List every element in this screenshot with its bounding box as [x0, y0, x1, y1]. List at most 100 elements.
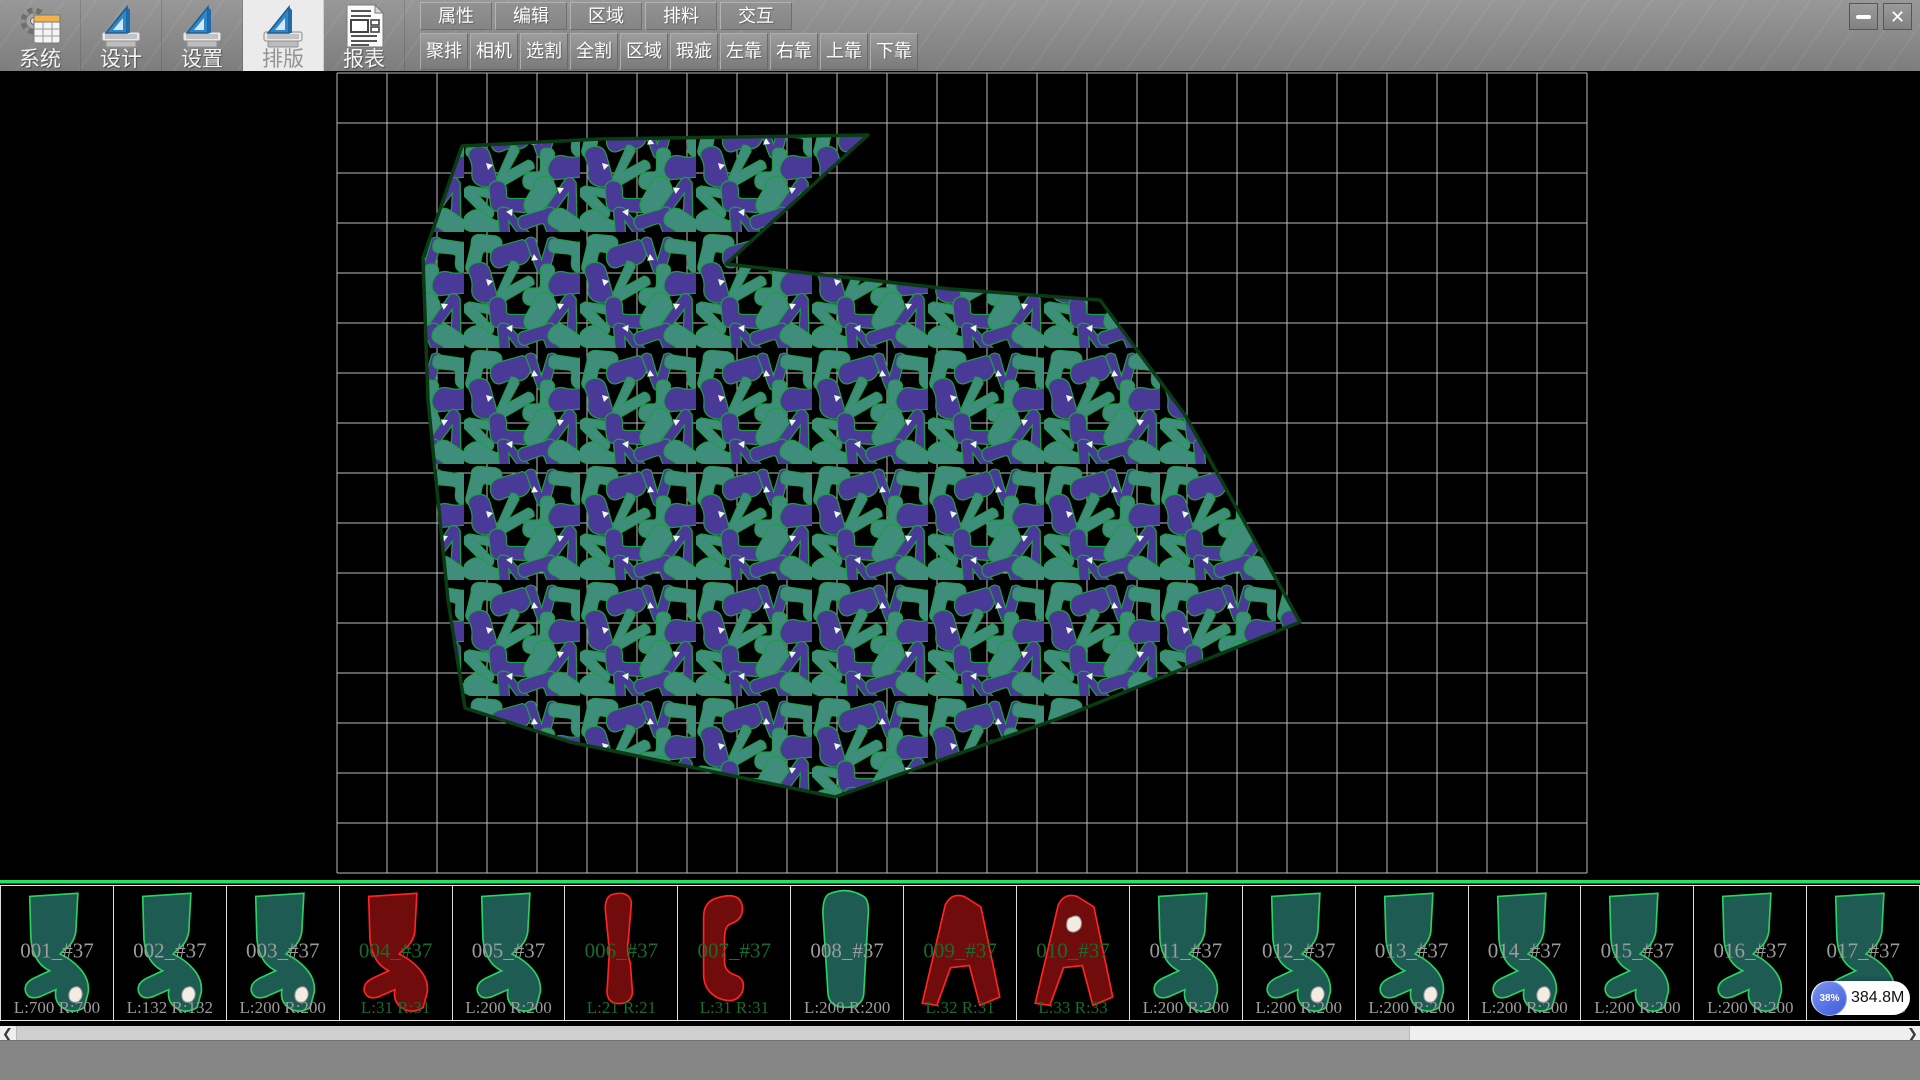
menu-button-row1-1[interactable]: 属性	[420, 2, 492, 30]
part-counts-label: L:200 R:200	[791, 998, 903, 1018]
part-id-label: 004_#37	[340, 939, 452, 964]
nesting-canvas[interactable]	[0, 71, 1920, 880]
launcher-tab-2[interactable]: 设计	[81, 0, 162, 71]
progress-percent-badge: 38%	[1812, 981, 1847, 1016]
canvas-svg	[0, 71, 1920, 880]
tool-button-9[interactable]: 上靠	[820, 33, 868, 70]
part-thumbnail-006_#37[interactable]: 006_#37 L:21 R:21	[565, 886, 678, 1020]
launcher-tab-5[interactable]: 报表	[324, 0, 405, 71]
close-button[interactable]: ✕	[1883, 3, 1912, 30]
part-counts-label: L:200 R:200	[1356, 998, 1468, 1018]
part-thumbnail-016_#37[interactable]: 016_#37 L:200 R:200	[1694, 886, 1807, 1020]
part-thumbnail-008_#37[interactable]: 008_#37 L:200 R:200	[791, 886, 904, 1020]
launcher-tab-label: 设置	[181, 49, 223, 71]
part-counts-label: L:200 R:200	[1469, 998, 1581, 1018]
progress-percent-value: 38%	[1819, 993, 1839, 1004]
tool-button-3[interactable]: 选割	[520, 33, 568, 70]
tool-button-5[interactable]: 区域	[620, 33, 668, 70]
part-counts-label: L:200 R:200	[1694, 998, 1806, 1018]
part-thumbnail-009_#37[interactable]: 009_#37 L:32 R:31	[904, 886, 1017, 1020]
launcher-tab-1[interactable]: 系统	[0, 0, 81, 71]
part-thumbnail-002_#37[interactable]: 002_#37 L:132 R:132	[114, 886, 227, 1020]
app-window: 系统 设计 设置 排版	[0, 0, 1920, 1080]
tool-button-1[interactable]: 聚排	[420, 33, 468, 70]
window-controls: ✕	[1849, 3, 1912, 30]
part-thumbnail-013_#37[interactable]: 013_#37 L:200 R:200	[1356, 886, 1469, 1020]
part-thumbnail-012_#37[interactable]: 012_#37 L:200 R:200	[1243, 886, 1356, 1020]
header-toolbar: 系统 设计 设置 排版	[0, 0, 1920, 71]
parts-strip-cells: 001_#37 L:700 R:700 002_#37 L:132 R:132 00…	[0, 885, 1920, 1021]
launcher-tab-label: 系统	[19, 49, 61, 71]
part-id-label: 016_#37	[1694, 939, 1806, 964]
part-id-label: 012_#37	[1243, 939, 1355, 964]
part-id-label: 007_#37	[678, 939, 790, 964]
part-thumbnail-007_#37[interactable]: 007_#37 L:31 R:31	[678, 886, 791, 1020]
part-id-label: 014_#37	[1469, 939, 1581, 964]
design-icon	[93, 4, 149, 49]
part-counts-label: L:200 R:200	[227, 998, 339, 1018]
part-id-label: 009_#37	[904, 939, 1016, 964]
part-id-label: 005_#37	[453, 939, 565, 964]
part-id-label: 015_#37	[1581, 939, 1693, 964]
part-thumbnail-005_#37[interactable]: 005_#37 L:200 R:200	[453, 886, 566, 1020]
launcher-tab-label: 排版	[262, 49, 304, 71]
part-id-label: 001_#37	[1, 939, 113, 964]
part-id-label: 002_#37	[114, 939, 226, 964]
strip-divider	[0, 880, 1920, 884]
system-icon	[14, 5, 66, 49]
menu-button-row1-5[interactable]: 交互	[720, 2, 792, 30]
part-thumbnail-011_#37[interactable]: 011_#37 L:200 R:200	[1130, 886, 1243, 1020]
launcher-tabs: 系统 设计 设置 排版	[0, 0, 405, 71]
menu-button-row1-4[interactable]: 排料	[645, 2, 717, 30]
part-id-label: 017_#37	[1807, 939, 1919, 964]
nesting-icon-wrap	[255, 0, 311, 49]
status-bar	[0, 1040, 1920, 1080]
part-counts-label: L:132 R:132	[114, 998, 226, 1018]
part-counts-label: L:33 R:33	[1017, 998, 1129, 1018]
launcher-tab-label: 报表	[343, 49, 385, 71]
minimize-button[interactable]	[1849, 3, 1878, 30]
report-icon	[339, 3, 389, 49]
tool-button-4[interactable]: 全割	[570, 33, 618, 70]
part-id-label: 006_#37	[565, 939, 677, 964]
part-counts-label: L:200 R:200	[453, 998, 565, 1018]
tool-button-8[interactable]: 右靠	[770, 33, 818, 70]
tool-button-7[interactable]: 左靠	[720, 33, 768, 70]
part-thumbnail-003_#37[interactable]: 003_#37 L:200 R:200	[227, 886, 340, 1020]
nesting-icon	[255, 4, 311, 49]
launcher-tab-4[interactable]: 排版	[243, 0, 324, 71]
tool-button-10[interactable]: 下靠	[870, 33, 918, 70]
part-id-label: 003_#37	[227, 939, 339, 964]
part-counts-label: L:31 R:31	[678, 998, 790, 1018]
part-id-label: 013_#37	[1356, 939, 1468, 964]
part-counts-label: L:200 R:200	[1130, 998, 1242, 1018]
part-counts-label: L:200 R:200	[1243, 998, 1355, 1018]
part-thumbnail-014_#37[interactable]: 014_#37 L:200 R:200	[1469, 886, 1582, 1020]
menu-button-row1-3[interactable]: 区域	[570, 2, 642, 30]
part-id-label: 008_#37	[791, 939, 903, 964]
memory-value: 384.8M	[1851, 981, 1904, 1015]
report-icon-wrap	[339, 0, 389, 49]
system-icon-wrap	[14, 0, 66, 49]
part-counts-label: L:31 R:31	[340, 998, 452, 1018]
tool-button-2[interactable]: 相机	[470, 33, 518, 70]
menu-row-tools: 聚排相机选割全割区域瑕疵左靠右靠上靠下靠	[420, 33, 918, 70]
menu-area: 属性编辑区域排料交互 聚排相机选割全割区域瑕疵左靠右靠上靠下靠	[420, 0, 918, 70]
menu-row-top: 属性编辑区域排料交互	[420, 2, 918, 30]
part-counts-label: L:21 R:21	[565, 998, 677, 1018]
part-thumbnail-001_#37[interactable]: 001_#37 L:700 R:700	[0, 886, 114, 1020]
status-badge: 384.8M 38%	[1811, 981, 1910, 1015]
part-thumbnail-004_#37[interactable]: 004_#37 L:31 R:31	[340, 886, 453, 1020]
part-counts-label: L:32 R:31	[904, 998, 1016, 1018]
part-counts-label: L:700 R:700	[1, 998, 113, 1018]
leather-hide	[423, 135, 1300, 797]
tool-button-6[interactable]: 瑕疵	[670, 33, 718, 70]
menu-button-row1-2[interactable]: 编辑	[495, 2, 567, 30]
launcher-tab-3[interactable]: 设置	[162, 0, 243, 71]
launcher-tab-label: 设计	[100, 49, 142, 71]
minimize-icon	[1856, 15, 1871, 19]
part-id-label: 011_#37	[1130, 939, 1242, 964]
part-thumbnail-010_#37[interactable]: 010_#37L:33 R:33	[1017, 886, 1130, 1020]
design-icon-wrap	[93, 0, 149, 49]
part-thumbnail-015_#37[interactable]: 015_#37L:200 R:200	[1581, 886, 1694, 1020]
